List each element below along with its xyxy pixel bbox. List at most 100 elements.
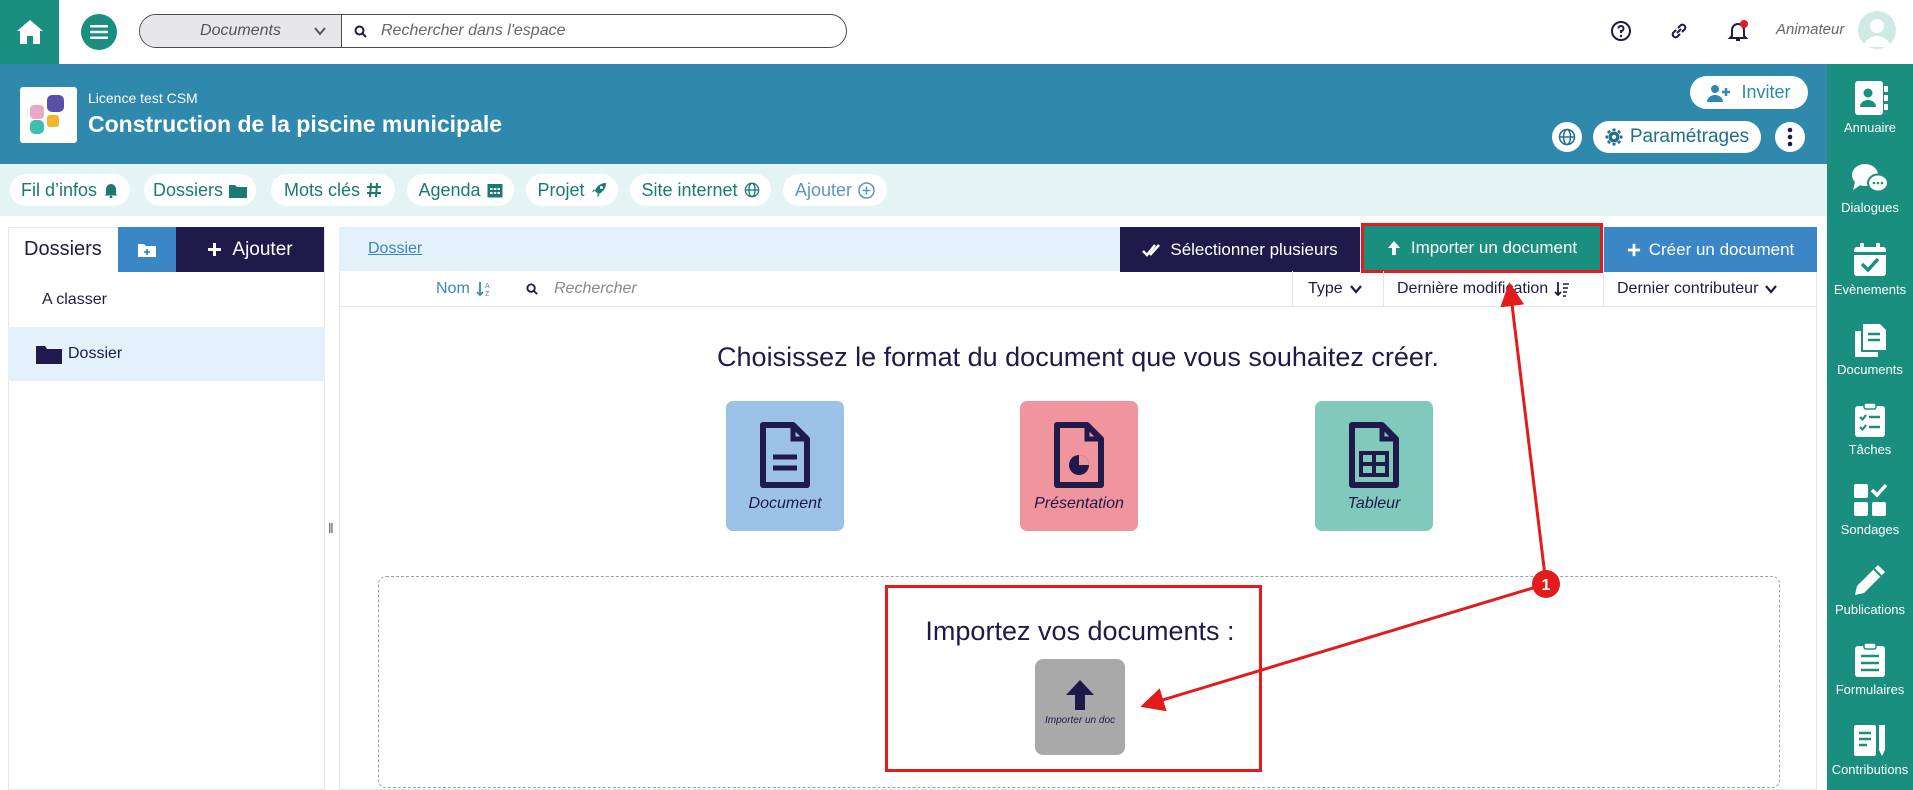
- new-folder-button[interactable]: [118, 227, 176, 272]
- format-choice-title: Choisissez le format du document que vou…: [717, 342, 1439, 372]
- more-options-button[interactable]: [1775, 122, 1805, 152]
- sidebar-item-label: Publications: [1834, 602, 1906, 617]
- sidebar-item-label: Annuaire: [1843, 120, 1897, 135]
- column-label: Nom: [436, 280, 470, 297]
- hashtag-icon: [367, 182, 382, 198]
- page-title: Construction de la piscine municipale: [88, 111, 503, 137]
- search-icon: [526, 283, 538, 295]
- calendar-icon: [487, 184, 503, 198]
- rocket-icon: [591, 183, 606, 197]
- column-last-modified[interactable]: Dernière modification: [1397, 280, 1570, 298]
- invite-button[interactable]: Inviter: [1690, 76, 1808, 109]
- sidebar-item-directory[interactable]: Annuaire: [1827, 80, 1913, 135]
- sort-az-icon: AZ: [476, 282, 490, 297]
- tab-label: Site internet: [641, 179, 738, 200]
- globe-icon: [1558, 128, 1576, 146]
- column-search-placeholder: Rechercher: [554, 280, 637, 297]
- double-check-icon: [1142, 243, 1161, 257]
- column-last-contributor[interactable]: Dernier contributeur: [1617, 280, 1778, 298]
- project-logo: [20, 87, 77, 143]
- tab-add[interactable]: Ajouter: [783, 174, 887, 206]
- chevron-down-icon: [1765, 285, 1778, 294]
- column-divider: [1292, 271, 1293, 307]
- tab-website[interactable]: Site internet: [630, 174, 771, 206]
- format-card-spreadsheet[interactable]: Tableur: [1315, 401, 1433, 531]
- sidebar-item-label: Documents: [1837, 362, 1903, 377]
- create-document-button[interactable]: Créer un document: [1604, 227, 1817, 272]
- folder-item-a-classer[interactable]: A classer: [8, 273, 325, 327]
- sort-numeric-icon: [1554, 282, 1570, 297]
- vertical-dots-icon: [1787, 127, 1793, 147]
- format-card-presentation[interactable]: Présentation: [1020, 401, 1138, 531]
- import-document-label: Importer un document: [1410, 238, 1578, 257]
- tab-keywords[interactable]: Mots clés: [271, 174, 395, 206]
- folder-item-label: Dossier: [68, 345, 123, 362]
- tab-news-feed[interactable]: Fil d’infos: [10, 174, 130, 206]
- tab-label: Ajouter: [794, 179, 853, 200]
- tab-folders[interactable]: Dossiers: [144, 174, 256, 206]
- svg-text:Z: Z: [485, 291, 490, 297]
- file-chart-icon: [1054, 422, 1104, 488]
- notification-bell-icon[interactable]: [1726, 19, 1750, 43]
- column-type[interactable]: Type: [1308, 280, 1363, 298]
- sidebar-item-label: Contributions: [1831, 762, 1909, 777]
- panel-resize-handle[interactable]: ‖: [328, 520, 334, 536]
- column-search-input[interactable]: Rechercher: [526, 280, 637, 298]
- home-icon: [16, 20, 43, 44]
- tab-agenda[interactable]: Agenda: [407, 174, 514, 206]
- column-label: Type: [1308, 280, 1343, 297]
- pen-icon: [1855, 565, 1885, 595]
- sidebar-item-dialogues[interactable]: Dialogues: [1827, 162, 1913, 215]
- folders-panel-title: Dossiers: [24, 238, 102, 260]
- format-card-label: Tableur: [1347, 495, 1401, 512]
- tab-project[interactable]: Projet: [526, 174, 618, 206]
- sidebar-item-tasks[interactable]: Tâches: [1827, 402, 1913, 457]
- folder-item-label: A classer: [42, 291, 107, 308]
- sidebar-item-label: Tâches: [1848, 442, 1892, 457]
- search-input[interactable]: Rechercher dans l'espace: [342, 15, 846, 47]
- column-name[interactable]: Nom AZ: [436, 280, 492, 298]
- folder-item-dossier[interactable]: Dossier: [8, 327, 325, 381]
- licence-label: Licence test CSM: [88, 90, 198, 106]
- format-card-label: Présentation: [1034, 495, 1124, 512]
- column-label: Dernière modification: [1397, 280, 1549, 297]
- column-divider: [1603, 271, 1604, 307]
- gear-icon: [1605, 128, 1623, 146]
- main-menu-button[interactable]: [81, 14, 117, 50]
- settings-button[interactable]: Paramétrages: [1593, 121, 1761, 153]
- settings-label: Paramétrages: [1629, 126, 1750, 147]
- folder-plus-icon: [138, 244, 156, 257]
- help-icon[interactable]: [1609, 19, 1633, 43]
- user-avatar-icon: [1864, 19, 1890, 47]
- avatar[interactable]: [1858, 11, 1896, 49]
- search-scope-value: Documents: [200, 22, 281, 39]
- format-card-document[interactable]: Document: [726, 401, 844, 531]
- select-multiple-button[interactable]: Sélectionner plusieurs: [1120, 227, 1360, 272]
- plus-circle-icon: [858, 181, 875, 199]
- tab-label: Agenda: [418, 179, 481, 200]
- format-card-label: Document: [748, 495, 822, 512]
- sidebar-item-contributions[interactable]: Contributions: [1827, 722, 1913, 777]
- plus-icon: [208, 243, 222, 256]
- sidebar-item-publications[interactable]: Publications: [1827, 562, 1913, 617]
- breadcrumb-item-dossier[interactable]: Dossier: [368, 240, 422, 258]
- sidebar-item-label: Dialogues: [1841, 200, 1899, 215]
- sidebar-item-events[interactable]: Evènements: [1827, 242, 1913, 297]
- home-button[interactable]: [0, 0, 59, 64]
- search-box: Documents Rechercher dans l'espace: [139, 14, 847, 48]
- link-icon[interactable]: [1667, 19, 1691, 43]
- search-scope-select[interactable]: Documents: [140, 15, 342, 47]
- sidebar-item-polls[interactable]: Sondages: [1827, 482, 1913, 537]
- column-label: Dernier contributeur: [1617, 280, 1759, 297]
- website-globe-button[interactable]: [1552, 122, 1582, 152]
- add-label: Ajouter: [232, 238, 293, 260]
- tasks-icon: [1855, 402, 1885, 437]
- add-button[interactable]: Ajouter: [176, 227, 324, 272]
- calendar-check-icon: [1854, 243, 1886, 276]
- contributions-icon: [1854, 725, 1885, 756]
- sidebar-item-forms[interactable]: Formulaires: [1827, 642, 1913, 697]
- import-document-button[interactable]: Importer un document: [1361, 223, 1603, 273]
- folder-icon: [229, 184, 247, 198]
- search-icon: [354, 25, 367, 38]
- sidebar-item-documents[interactable]: Documents: [1827, 322, 1913, 377]
